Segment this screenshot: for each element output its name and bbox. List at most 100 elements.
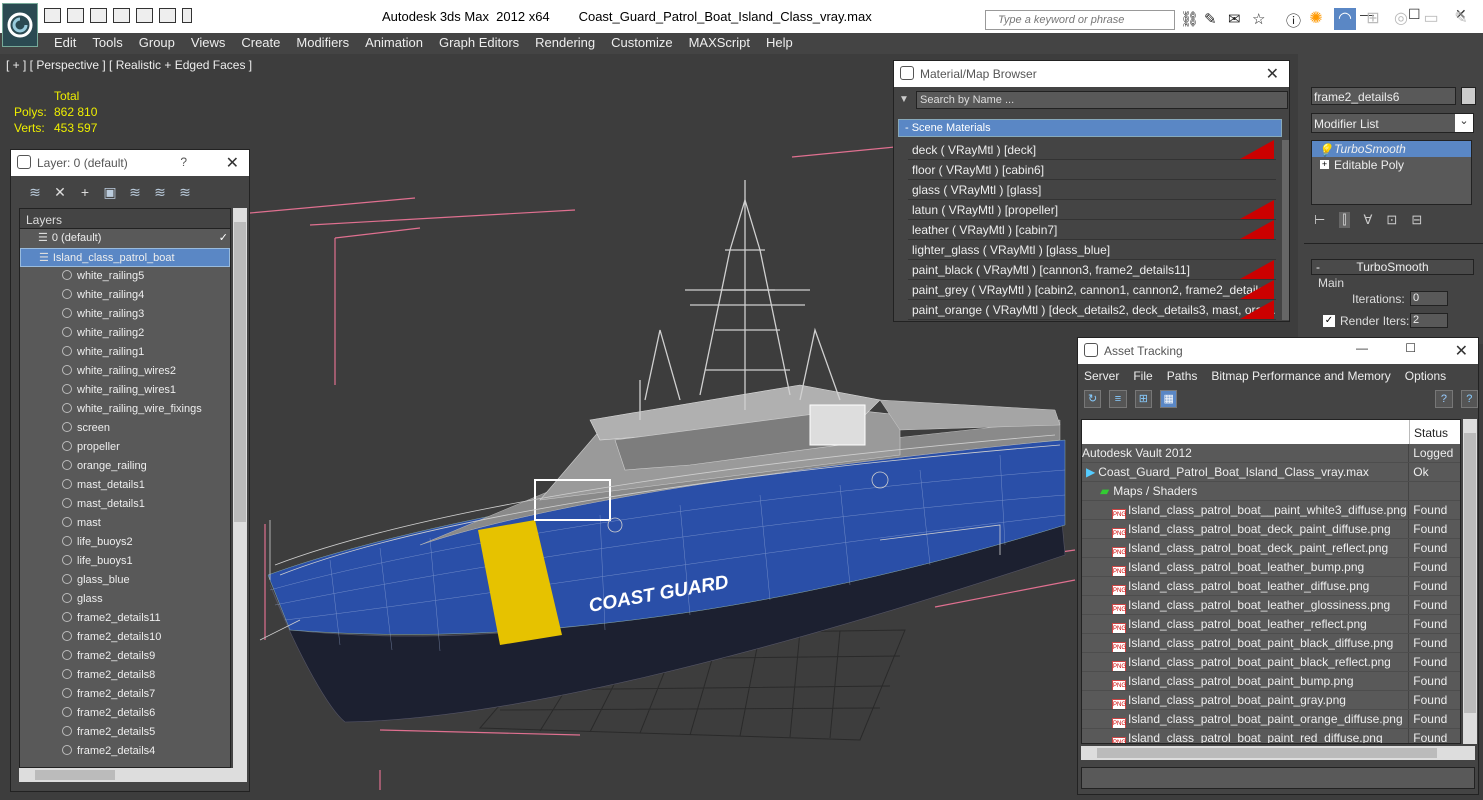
layer-vertical-scrollbar[interactable]	[233, 208, 247, 768]
object-color-swatch[interactable]	[1461, 87, 1476, 105]
asset-row[interactable]: PNG Island_class_patrol_boat_paint_bump.p…	[1082, 672, 1460, 691]
asset-menu-paths[interactable]: Paths	[1167, 369, 1198, 387]
new-scene-icon[interactable]	[136, 8, 153, 23]
asset-horizontal-scrollbar[interactable]	[1081, 746, 1475, 760]
viewport-label[interactable]: [ + ] [ Perspective ] [ Realistic + Edge…	[6, 58, 252, 72]
render-iters-spinner[interactable]: 2	[1410, 313, 1448, 328]
menu-maxscript[interactable]: MAXScript	[689, 33, 760, 54]
remove-modifier-icon[interactable]: ⊡	[1386, 212, 1397, 228]
layer-row[interactable]: frame2_details6	[20, 704, 230, 723]
asset-row[interactable]: PNG Island_class_patrol_boat_paint_orange…	[1082, 710, 1460, 729]
toolbar-dropdown-icon[interactable]	[182, 8, 192, 23]
layer-row[interactable]: glass_blue	[20, 571, 230, 590]
hierarchy-tab-icon[interactable]: ⊞	[1362, 8, 1384, 30]
select-objects-icon[interactable]: ▣	[102, 184, 118, 200]
layer-row[interactable]: frame2_details4	[20, 742, 230, 761]
layer-row[interactable]: glass	[20, 590, 230, 609]
asset-row[interactable]: PNG Island_class_patrol_boat_deck_paint_r…	[1082, 539, 1460, 558]
asset-row[interactable]: PNG Island_class_patrol_boat__paint_white…	[1082, 501, 1460, 520]
save-file-icon[interactable]	[67, 8, 84, 23]
vault-help-icon[interactable]: ?	[1460, 390, 1478, 408]
tree-view-icon[interactable]: ⊞	[1134, 390, 1152, 408]
stack-item-turbosmooth[interactable]: 💡 TurboSmooth	[1312, 141, 1471, 157]
layer-row[interactable]: white_railing1	[20, 343, 230, 362]
material-item[interactable]: paint_orange ( VRayMtl ) [deck_details2,…	[908, 300, 1276, 320]
layer-row[interactable]: white_railing5	[20, 267, 230, 286]
menu-group[interactable]: Group	[139, 33, 185, 54]
list-view-icon[interactable]: ≡	[1109, 390, 1127, 408]
configure-sets-icon[interactable]: ⊟	[1411, 212, 1422, 228]
material-item[interactable]: leather ( VRayMtl ) [cabin7]	[908, 220, 1276, 240]
scene-materials-group[interactable]: - Scene Materials	[898, 119, 1282, 137]
material-item[interactable]: paint_black ( VRayMtl ) [cannon3, frame2…	[908, 260, 1276, 280]
asset-row[interactable]: Autodesk Vault 2012 Logged	[1082, 444, 1460, 463]
layer-horizontal-scrollbar[interactable]	[19, 768, 247, 782]
layer-row[interactable]: white_railing4	[20, 286, 230, 305]
utilities-tab-icon[interactable]: ✎	[1450, 8, 1472, 30]
close-icon[interactable]: ✕	[1455, 341, 1468, 361]
layer-row[interactable]: white_railing_wires1	[20, 381, 230, 400]
hide-all-icon[interactable]: ≋	[152, 184, 168, 200]
help-icon[interactable]: ?	[1435, 390, 1453, 408]
delete-layer-icon[interactable]: ✕	[52, 184, 68, 200]
chevron-down-icon[interactable]: ⌄	[1455, 114, 1473, 132]
search-options-icon[interactable]: ▼	[899, 94, 909, 105]
modify-tab-icon[interactable]: ◠	[1334, 8, 1356, 30]
create-tab-icon[interactable]: ✺	[1305, 8, 1327, 30]
layer-row[interactable]: life_buoys2	[20, 533, 230, 552]
asset-menu-options[interactable]: Options	[1405, 369, 1446, 387]
material-item[interactable]: deck ( VRayMtl ) [deck]	[908, 140, 1276, 160]
add-to-layer-icon[interactable]: +	[77, 184, 93, 200]
motion-tab-icon[interactable]: ◎	[1390, 8, 1412, 30]
lightbulb-icon[interactable]: 💡	[1318, 142, 1333, 158]
layer-row[interactable]: mast_details1	[20, 495, 230, 514]
asset-menu-server[interactable]: Server	[1084, 369, 1119, 387]
asset-path-field[interactable]	[1081, 767, 1475, 789]
project-folder-icon[interactable]	[113, 8, 130, 23]
asset-menu-bitmap[interactable]: Bitmap Performance and Memory	[1211, 369, 1390, 387]
layer-row[interactable]: white_railing_wires2	[20, 362, 230, 381]
close-icon[interactable]: ✕	[1266, 64, 1279, 84]
layer-row[interactable]: orange_railing	[20, 457, 230, 476]
binoculars-icon[interactable]: ⛓	[1180, 10, 1199, 28]
layer-row[interactable]: frame2_details5	[20, 723, 230, 742]
asset-row[interactable]: PNG Island_class_patrol_boat_deck_paint_d…	[1082, 520, 1460, 539]
object-name-field[interactable]: frame2_details6	[1311, 87, 1456, 105]
asset-row[interactable]: ▶ Coast_Guard_Patrol_Boat_Island_Class_vr…	[1082, 463, 1460, 482]
layer-row[interactable]: screen	[20, 419, 230, 438]
display-tab-icon[interactable]: ▭	[1420, 8, 1442, 30]
favorites-star-icon[interactable]: ☆	[1252, 10, 1265, 28]
communication-icon[interactable]: ✉	[1228, 10, 1241, 28]
layer-row[interactable]: frame2_details10	[20, 628, 230, 647]
asset-row[interactable]: PNG Island_class_patrol_boat_paint_red_di…	[1082, 729, 1460, 743]
undo-icon[interactable]	[90, 8, 107, 23]
iterations-spinner[interactable]: 0	[1410, 291, 1448, 306]
render-iters-checkbox[interactable]: ✓	[1323, 315, 1335, 327]
refresh-icon[interactable]: ↻	[1084, 390, 1102, 408]
layer-row[interactable]: frame2_details7	[20, 685, 230, 704]
reset-icon[interactable]	[159, 8, 176, 23]
help-button[interactable]: ?	[180, 155, 187, 169]
material-item[interactable]: glass ( VRayMtl ) [glass]	[908, 180, 1276, 200]
help-icon[interactable]: ⓘ	[1286, 10, 1301, 31]
layer-row[interactable]: ☰Island_class_patrol_boat▢	[20, 248, 230, 267]
material-item[interactable]: lighter_glass ( VRayMtl ) [glass_blue]	[908, 240, 1276, 260]
menu-animation[interactable]: Animation	[365, 33, 433, 54]
menu-modifiers[interactable]: Modifiers	[296, 33, 359, 54]
status-column-header[interactable]: Status	[1410, 420, 1448, 444]
menu-edit[interactable]: Edit	[54, 33, 86, 54]
highlight-layer-icon[interactable]: ≋	[127, 184, 143, 200]
layer-row[interactable]: frame2_details11	[20, 609, 230, 628]
layer-row[interactable]: propeller	[20, 438, 230, 457]
layer-row[interactable]: white_railing2	[20, 324, 230, 343]
menu-rendering[interactable]: Rendering	[535, 33, 605, 54]
asset-row[interactable]: PNG Island_class_patrol_boat_leather_diff…	[1082, 577, 1460, 596]
asset-row[interactable]: PNG Island_class_patrol_boat_leather_refl…	[1082, 615, 1460, 634]
layer-row[interactable]: frame2_details9	[20, 647, 230, 666]
freeze-all-icon[interactable]: ≋	[177, 184, 193, 200]
tools-icon[interactable]: ✎	[1204, 10, 1217, 28]
layer-row[interactable]: mast	[20, 514, 230, 533]
menu-views[interactable]: Views	[191, 33, 235, 54]
maximize-icon[interactable]: ☐	[1405, 341, 1416, 355]
asset-row[interactable]: PNG Island_class_patrol_boat_paint_gray.p…	[1082, 691, 1460, 710]
